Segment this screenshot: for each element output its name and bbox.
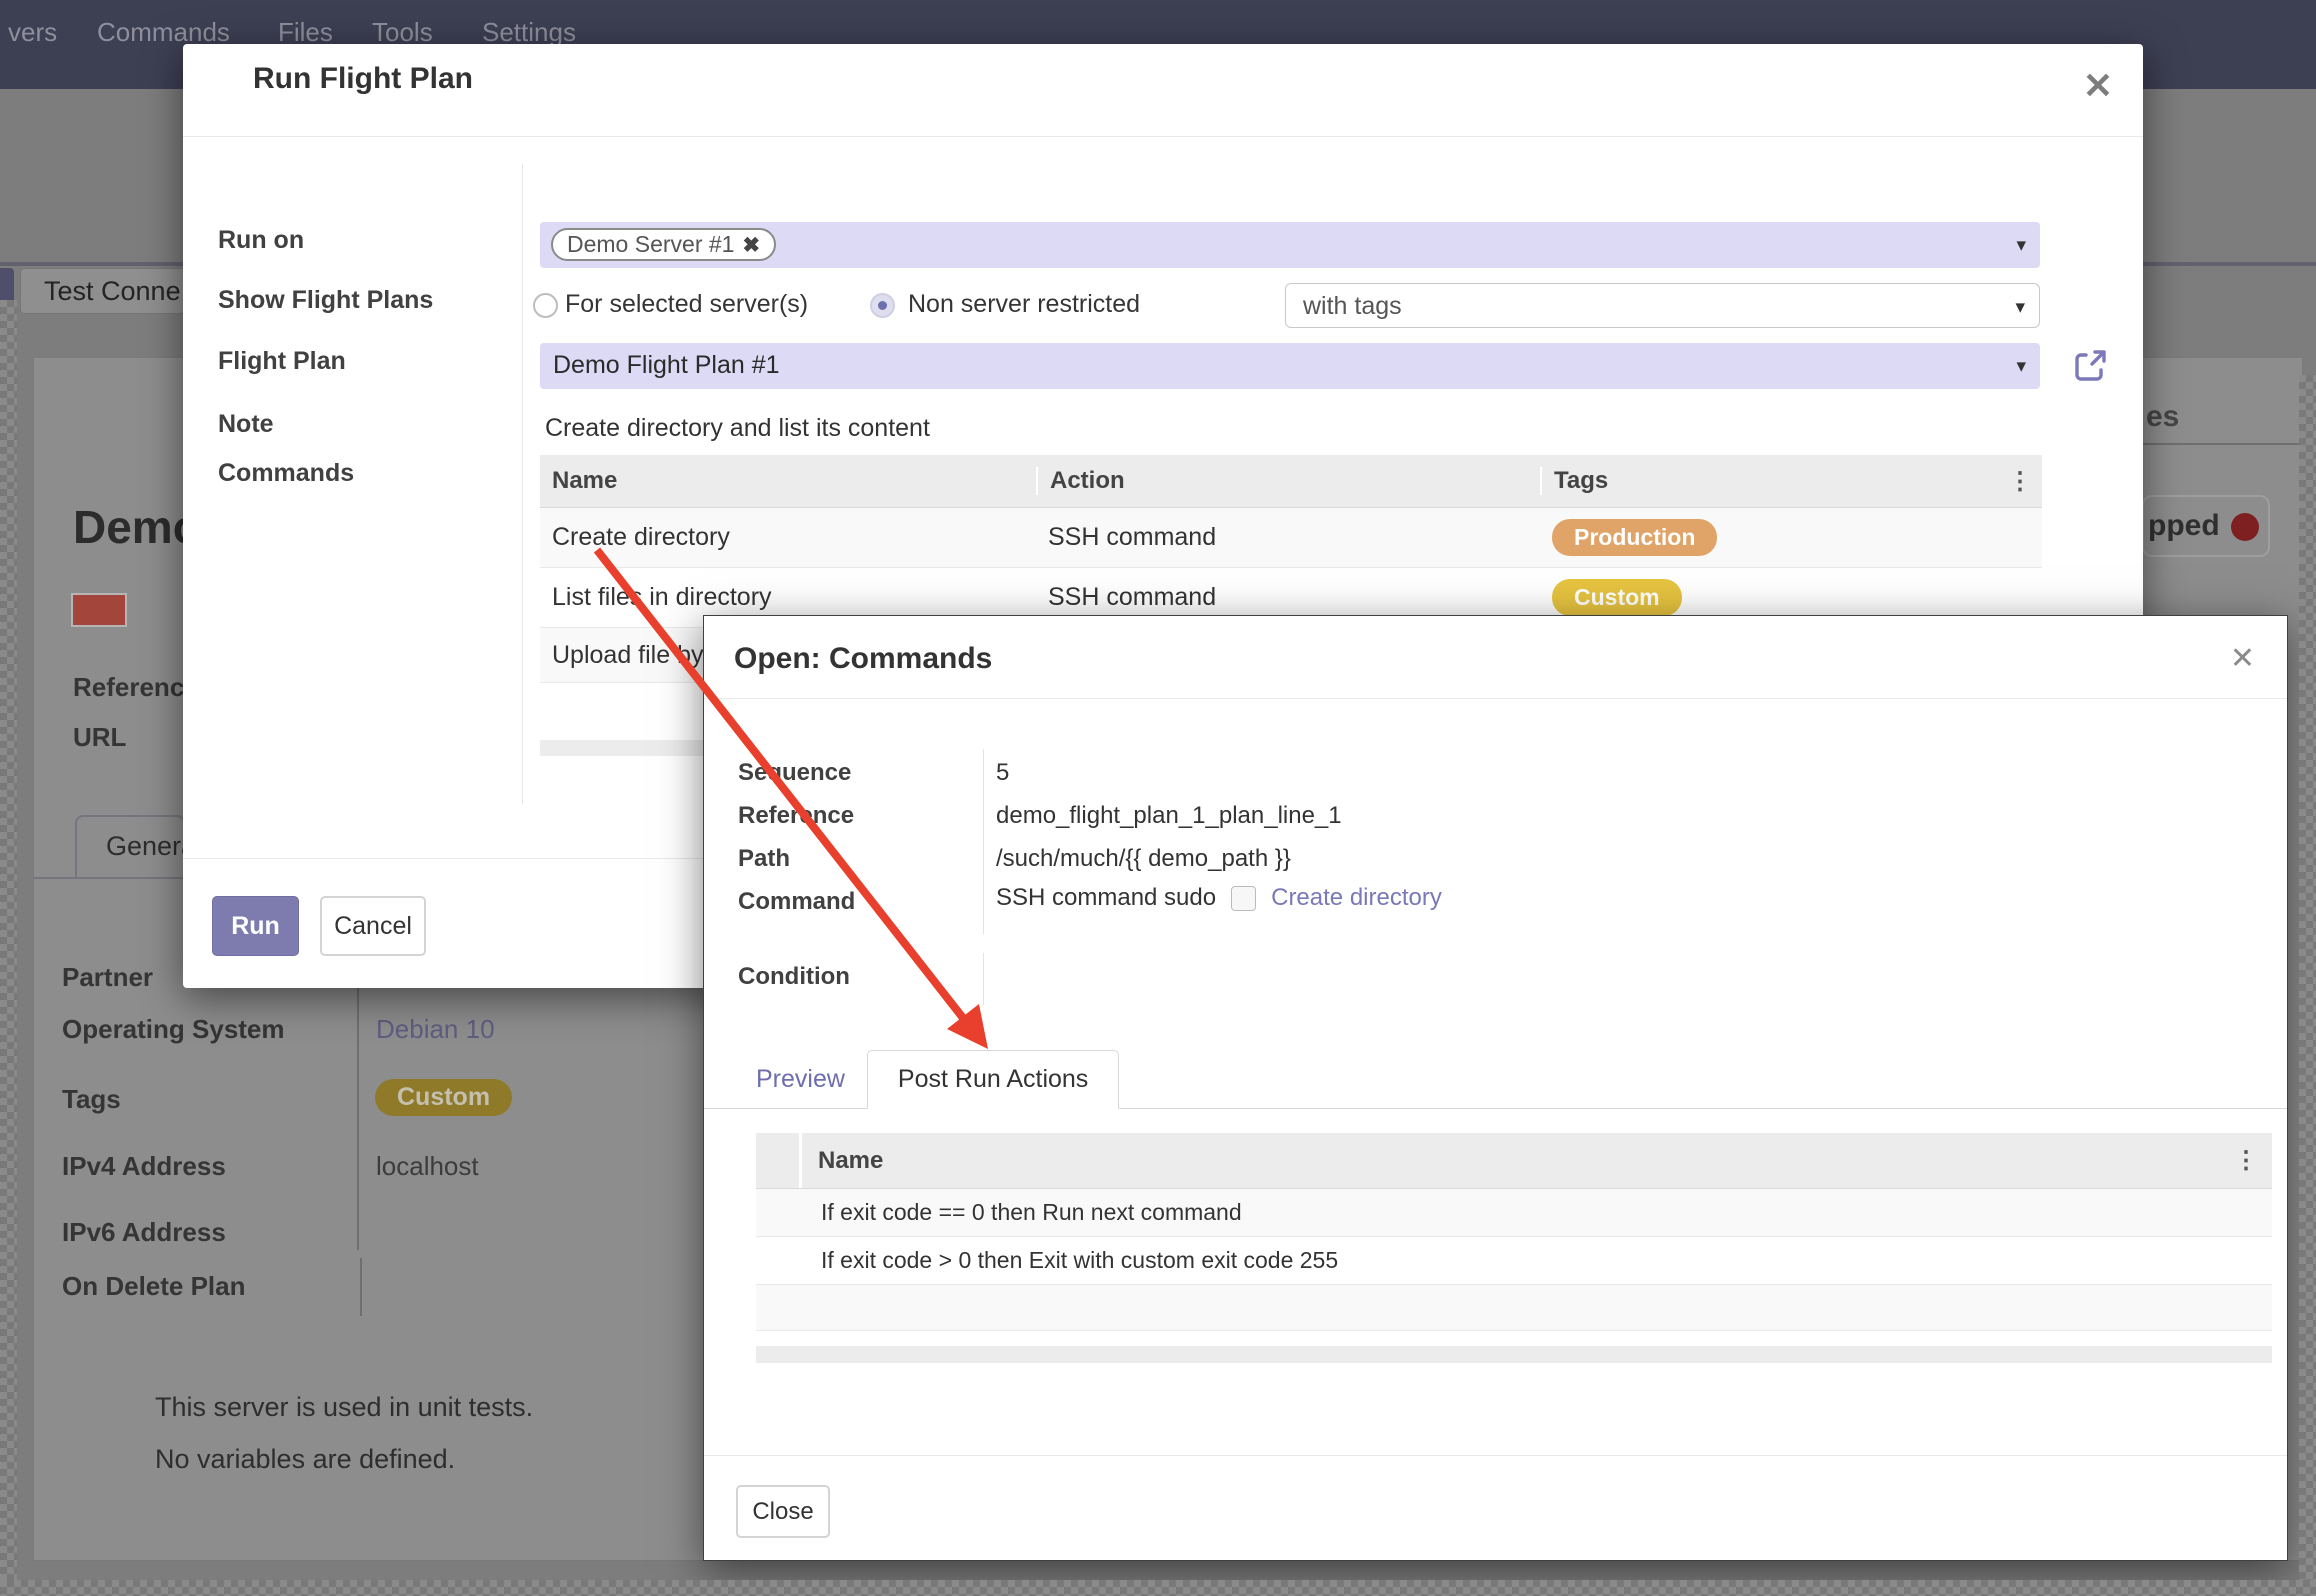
- server-tag-pill[interactable]: Demo Server #1✖: [551, 228, 776, 261]
- ipv4-label: IPv4 Address: [62, 1151, 226, 1182]
- table-row[interactable]: Create directory SSH command Production: [540, 508, 2042, 568]
- flight-plan-label: Flight Plan: [218, 347, 346, 376]
- ipv4-value: localhost: [376, 1151, 479, 1182]
- tags-label: Tags: [62, 1084, 121, 1115]
- tag-badge-custom: Custom: [375, 1079, 512, 1116]
- radio-for-selected-servers-label[interactable]: For selected server(s): [565, 290, 808, 319]
- command-label: Command: [738, 888, 855, 916]
- selector-column-stub: [756, 1133, 802, 1188]
- chevron-down-icon[interactable]: ▾: [2016, 355, 2026, 378]
- sequence-label: Sequence: [738, 759, 851, 787]
- unit-test-note-line2: No variables are defined.: [155, 1444, 455, 1475]
- reference-field-label: Reference: [73, 672, 199, 703]
- note-label: Note: [218, 410, 274, 439]
- run-on-label: Run on: [218, 226, 304, 255]
- status-badge-label: pped: [2148, 509, 2220, 543]
- tab-preview[interactable]: Preview: [734, 1051, 867, 1108]
- app-screen: vers Commands Files Tools Settings Test …: [0, 0, 2316, 1596]
- column-header-name[interactable]: Name: [802, 1147, 883, 1175]
- modal-header-divider: [704, 698, 2287, 699]
- url-field-label: URL: [73, 722, 126, 753]
- flight-plan-note: Create directory and list its content: [545, 414, 930, 443]
- table-header-row: Name ⋮: [756, 1133, 2272, 1189]
- modal-title: Run Flight Plan: [253, 62, 473, 96]
- command-value-row: SSH command sudo Create directory: [996, 884, 1442, 912]
- remove-tag-icon[interactable]: ✖: [742, 234, 760, 257]
- status-stopped-dot: [2231, 513, 2259, 541]
- tab-post-run-actions[interactable]: Post Run Actions: [867, 1050, 1119, 1109]
- panel-heading-rule: [2143, 443, 2303, 445]
- column-options-icon[interactable]: ⋮: [2234, 1146, 2272, 1175]
- open-commands-modal: Open: Commands ✕ Sequence Reference Path…: [703, 615, 2288, 1561]
- sudo-checkbox[interactable]: [1231, 886, 1256, 911]
- run-button[interactable]: Run: [212, 896, 299, 956]
- sidebar-divider: [522, 164, 523, 804]
- radio-non-server-restricted[interactable]: [870, 293, 895, 318]
- radio-non-server-restricted-label[interactable]: Non server restricted: [908, 290, 1140, 319]
- column-header-name[interactable]: Name: [540, 467, 1036, 495]
- command-link[interactable]: Create directory: [1271, 884, 1442, 912]
- modal-header-divider: [183, 136, 2143, 137]
- column-options-icon[interactable]: ⋮: [2008, 467, 2042, 496]
- modal-title: Open: Commands: [734, 642, 992, 676]
- column-header-tags[interactable]: Tags: [1540, 467, 1998, 495]
- tag-badge-custom: Custom: [1552, 579, 1682, 616]
- close-button[interactable]: Close: [736, 1485, 830, 1538]
- window-edge-bottom: [0, 1580, 2316, 1596]
- close-icon[interactable]: ✕: [2230, 644, 2255, 674]
- tab-strip-line: [33, 877, 185, 879]
- radio-for-selected-servers[interactable]: [533, 293, 558, 318]
- condition-label: Condition: [738, 963, 850, 991]
- flight-plan-select[interactable]: Demo Flight Plan #1 ▾: [540, 343, 2040, 389]
- chevron-down-icon[interactable]: ▾: [2016, 234, 2026, 257]
- tag-badge-production: Production: [1552, 519, 1717, 556]
- post-run-actions-table: Name ⋮ If exit code == 0 then Run next c…: [756, 1133, 2272, 1331]
- table-row[interactable]: If exit code == 0 then Run next command: [756, 1189, 2272, 1237]
- sequence-value: 5: [996, 759, 1009, 787]
- condition-field-divider: [983, 953, 984, 1005]
- close-icon[interactable]: ✕: [2083, 68, 2113, 104]
- with-tags-select[interactable]: with tags ▾: [1285, 283, 2040, 328]
- field-group-divider-2: [360, 1258, 362, 1316]
- status-badge: pped: [2142, 495, 2270, 557]
- notebook-tabs: Preview Post Run Actions: [704, 1049, 2287, 1109]
- column-header-action[interactable]: Action: [1036, 467, 1540, 495]
- panel-heading-fragment: es: [2146, 400, 2179, 434]
- partner-label: Partner: [62, 962, 153, 993]
- page-title: Demo: [73, 500, 185, 556]
- field-divider: [983, 749, 984, 934]
- window-edge-right: [2299, 375, 2316, 1596]
- table-row[interactable]: If exit code > 0 then Exit with custom e…: [756, 1237, 2272, 1285]
- path-value: /such/much/{{ demo_path }}: [996, 845, 1291, 873]
- external-link-icon[interactable]: [2072, 348, 2108, 384]
- command-value: SSH command sudo: [996, 884, 1216, 912]
- test-connection-button[interactable]: Test Conne: [20, 268, 186, 314]
- color-swatch[interactable]: [71, 593, 127, 627]
- ipv6-label: IPv6 Address: [62, 1217, 226, 1248]
- reference-value: demo_flight_plan_1_plan_line_1: [996, 802, 1342, 830]
- os-value-link[interactable]: Debian 10: [376, 1014, 495, 1045]
- chevron-down-icon[interactable]: ▾: [2015, 296, 2025, 319]
- field-group-divider: [357, 958, 359, 1250]
- os-label: Operating System: [62, 1014, 285, 1045]
- path-label: Path: [738, 845, 790, 873]
- show-flight-plans-label: Show Flight Plans: [218, 286, 433, 315]
- run-on-multiselect[interactable]: Demo Server #1✖ ▾: [540, 222, 2040, 268]
- on-delete-plan-label: On Delete Plan: [62, 1271, 246, 1302]
- table-row-empty: [756, 1285, 2272, 1331]
- tab-general[interactable]: General: [75, 815, 185, 879]
- table-header-row: Name Action Tags ⋮: [540, 455, 2042, 508]
- commands-label: Commands: [218, 459, 354, 488]
- window-edge-left: [0, 300, 17, 1596]
- reference-label: Reference: [738, 802, 854, 830]
- cancel-button[interactable]: Cancel: [320, 896, 426, 956]
- nav-item-servers[interactable]: vers: [8, 17, 57, 48]
- unit-test-note-line1: This server is used in unit tests.: [155, 1392, 533, 1423]
- table-scrollbar[interactable]: [756, 1346, 2272, 1363]
- modal-footer-divider: [704, 1455, 2287, 1456]
